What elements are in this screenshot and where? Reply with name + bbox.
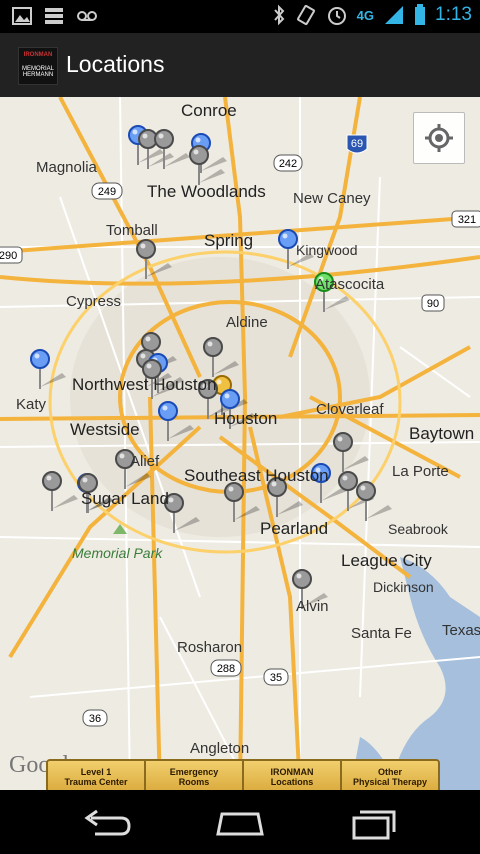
map-view[interactable]: 242 69 249 321 290 90 288 35 36 Conroe M…	[0, 97, 480, 790]
place-label: Kingwood	[296, 242, 358, 258]
place-label: Spring	[204, 231, 254, 250]
svg-text:290: 290	[0, 250, 17, 262]
place-label: Tomball	[106, 222, 158, 239]
tab-label-line2: Locations	[270, 777, 314, 787]
voicemail-icon	[77, 11, 97, 21]
place-label: Angleton	[190, 740, 250, 757]
place-label: The Woodlands	[147, 182, 266, 201]
tab-label-line2: Trauma Center	[64, 777, 128, 787]
alarm-icon	[327, 7, 346, 25]
my-location-button[interactable]	[413, 112, 465, 164]
shield-249: 249	[91, 182, 123, 200]
svg-text:36: 36	[89, 713, 101, 725]
shield-35: 35	[263, 668, 289, 686]
vibrate-icon	[296, 4, 315, 26]
signal-icon	[385, 6, 404, 24]
gallery-icon	[12, 7, 32, 25]
shield-90: 90	[421, 294, 445, 312]
svg-text:35: 35	[270, 672, 282, 684]
navigation-bar	[0, 790, 480, 854]
place-label: Atascocita	[315, 276, 385, 293]
system-icons: 4G 1:13	[272, 4, 472, 26]
place-label: Memorial Park	[72, 545, 163, 561]
place-label: Rosharon	[177, 639, 243, 656]
home-icon[interactable]	[210, 806, 270, 840]
shield-242: 242	[273, 154, 303, 172]
place-label: La Porte	[392, 463, 449, 480]
place-label: Sugar Land	[81, 489, 169, 508]
status-bar: 4G 1:13	[0, 0, 480, 33]
svg-text:242: 242	[279, 158, 297, 170]
svg-text:321: 321	[458, 214, 476, 226]
storage-icon	[45, 8, 63, 24]
svg-text:249: 249	[98, 186, 116, 198]
tab-label-line1: IRONMAN	[270, 767, 314, 777]
place-label: Southeast Houston	[184, 466, 329, 485]
place-label: Aldine	[226, 314, 268, 331]
clock: 1:13	[435, 4, 472, 25]
page-title: Locations	[66, 51, 165, 77]
svg-text:288: 288	[217, 663, 235, 675]
place-label: Magnolia	[36, 159, 97, 176]
place-label: Alief	[130, 453, 160, 470]
tab-label-line1: Level 1	[80, 767, 112, 777]
logo-text-bottom: MEMORIAL HERMANN	[21, 66, 54, 78]
place-label: New Caney	[293, 190, 371, 207]
map-marker-blue[interactable]	[30, 349, 66, 389]
shield-290: 290	[0, 246, 23, 264]
place-label: Alvin	[296, 598, 329, 615]
place-label: Conroe	[181, 101, 237, 120]
tab-level1-trauma-center[interactable]: Level 1 Trauma Center	[48, 761, 146, 793]
place-label: Cypress	[66, 293, 122, 310]
recent-apps-icon[interactable]	[344, 806, 404, 840]
place-label: Houston	[214, 409, 278, 428]
place-label: Dickinson	[373, 579, 434, 595]
logo-text-top: IRONMAN	[23, 52, 53, 58]
back-icon[interactable]	[77, 806, 137, 840]
tab-label-line1: Emergency	[169, 767, 219, 777]
shield-321: 321	[451, 210, 480, 228]
place-label: Baytown	[409, 424, 475, 443]
tab-other-physical-therapy[interactable]: Other Physical Therapy	[342, 761, 438, 793]
shield-288: 288	[210, 659, 242, 677]
tab-label-line1: Other	[377, 767, 402, 777]
battery-icon	[415, 4, 426, 25]
notification-icons	[12, 7, 98, 25]
network-type: 4G	[356, 7, 375, 23]
place-label: Pearland	[260, 519, 329, 538]
place-label: Seabrook	[388, 521, 448, 537]
place-label: Westside	[70, 420, 140, 439]
svg-text:69: 69	[351, 138, 363, 150]
action-bar: IRONMAN MEMORIAL HERMANN Locations	[0, 33, 480, 98]
place-label: Northwest Houston	[72, 375, 217, 394]
crosshair-icon	[425, 124, 453, 152]
place-label: League City	[341, 551, 432, 570]
shield-36: 36	[82, 709, 108, 727]
tab-ironman-locations[interactable]: IRONMAN Locations	[244, 761, 342, 793]
tab-label-line2: Rooms	[178, 777, 210, 787]
svg-text:90: 90	[427, 298, 439, 310]
map-marker-gray[interactable]	[189, 145, 225, 185]
place-label: Katy	[16, 396, 47, 413]
place-label: Santa Fe	[351, 625, 412, 642]
tab-label-line2: Physical Therapy	[352, 777, 428, 787]
place-label: Cloverleaf	[316, 401, 384, 418]
bluetooth-icon	[273, 4, 285, 26]
shield-69: 69	[346, 134, 368, 154]
tab-emergency-rooms[interactable]: Emergency Rooms	[146, 761, 244, 793]
place-label: Texas	[442, 622, 480, 639]
app-logo[interactable]: IRONMAN MEMORIAL HERMANN	[18, 47, 58, 85]
